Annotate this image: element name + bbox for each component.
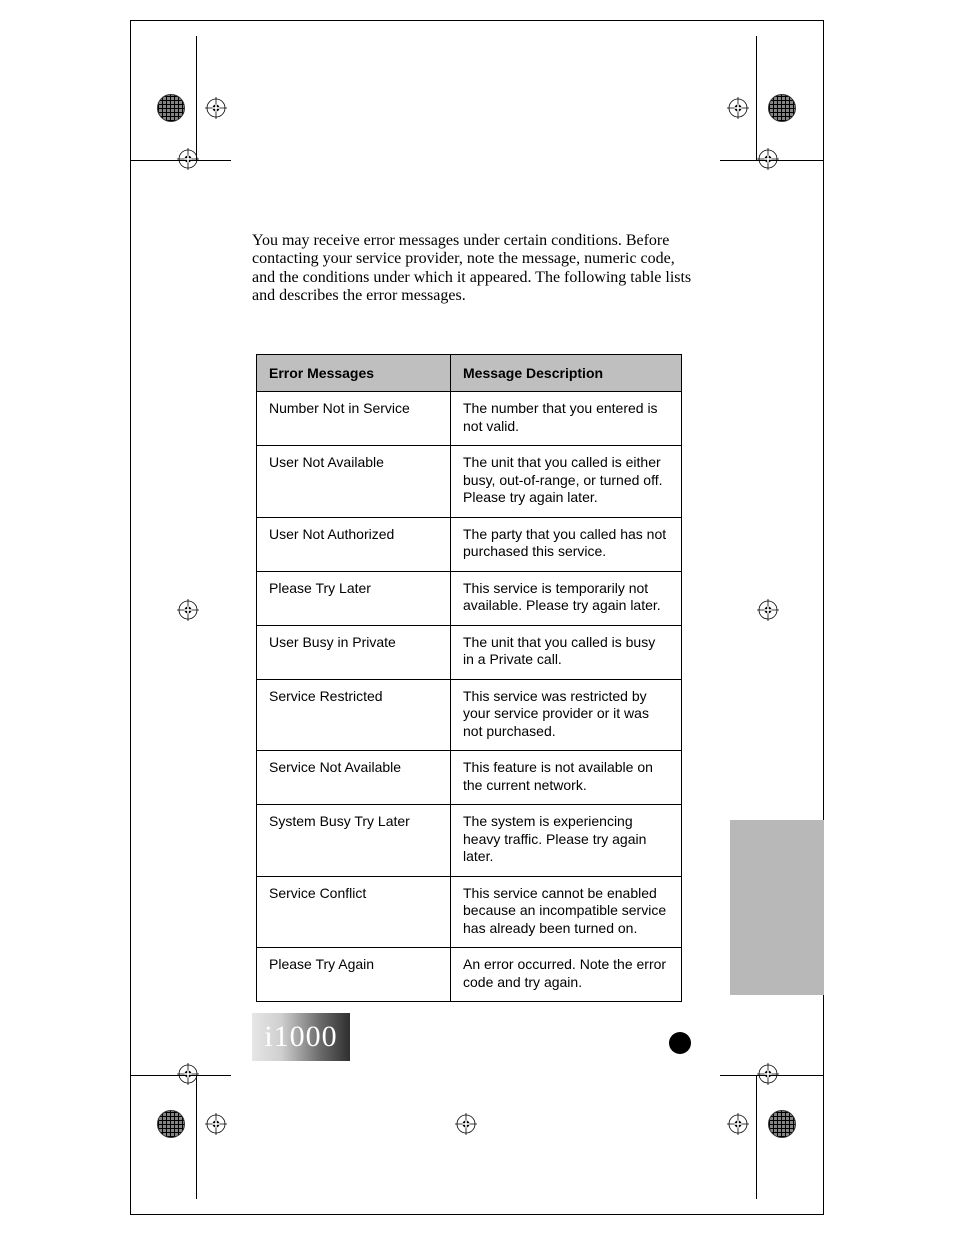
error-name: Number Not in Service <box>257 392 451 446</box>
table-row: Please Try LaterThis service is temporar… <box>257 571 682 625</box>
model-badge: i1000 <box>252 1013 350 1061</box>
error-desc: This service is temporarily not availabl… <box>451 571 682 625</box>
globe-ornament-icon <box>157 1110 185 1138</box>
table-row: User Not AvailableThe unit that you call… <box>257 446 682 518</box>
intro-paragraph: You may receive error messages under cer… <box>252 232 697 306</box>
error-name: Service Conflict <box>257 876 451 948</box>
col-header-error: Error Messages <box>257 355 451 392</box>
table-header-row: Error Messages Message Description <box>257 355 682 392</box>
col-header-description: Message Description <box>451 355 682 392</box>
table-row: Please Try AgainAn error occurred. Note … <box>257 948 682 1002</box>
error-desc: This service was restricted by your serv… <box>451 679 682 751</box>
error-name: Service Restricted <box>257 679 451 751</box>
registration-mark-icon <box>757 599 779 621</box>
registration-mark-icon <box>205 97 227 119</box>
registration-mark-icon <box>177 1063 199 1085</box>
error-name: Please Try Again <box>257 948 451 1002</box>
registration-mark-icon <box>757 148 779 170</box>
crop-mark <box>196 36 197 160</box>
error-desc: The unit that you called is either busy,… <box>451 446 682 518</box>
registration-mark-icon <box>727 97 749 119</box>
table-row: System Busy Try LaterThe system is exper… <box>257 805 682 877</box>
thumb-tab <box>730 820 824 995</box>
page-marker-dot-icon <box>669 1032 691 1054</box>
table-row: Service Not AvailableThis feature is not… <box>257 751 682 805</box>
registration-mark-icon <box>757 1063 779 1085</box>
table-row: Number Not in ServiceThe number that you… <box>257 392 682 446</box>
registration-mark-icon <box>177 599 199 621</box>
registration-mark-icon <box>455 1113 477 1135</box>
error-desc: The unit that you called is busy in a Pr… <box>451 625 682 679</box>
error-name: Please Try Later <box>257 571 451 625</box>
error-desc: An error occurred. Note the error code a… <box>451 948 682 1002</box>
error-desc: This service cannot be enabled because a… <box>451 876 682 948</box>
registration-mark-icon <box>727 1113 749 1135</box>
error-desc: The system is experiencing heavy traffic… <box>451 805 682 877</box>
error-name: Service Not Available <box>257 751 451 805</box>
table-row: Service RestrictedThis service was restr… <box>257 679 682 751</box>
table-row: User Not AuthorizedThe party that you ca… <box>257 517 682 571</box>
registration-mark-icon <box>205 1113 227 1135</box>
globe-ornament-icon <box>768 1110 796 1138</box>
table-row: User Busy in PrivateThe unit that you ca… <box>257 625 682 679</box>
crop-mark <box>756 1075 757 1199</box>
error-messages-table: Error Messages Message Description Numbe… <box>256 354 682 1002</box>
error-name: User Not Available <box>257 446 451 518</box>
error-name: User Busy in Private <box>257 625 451 679</box>
error-desc: This feature is not available on the cur… <box>451 751 682 805</box>
registration-mark-icon <box>177 148 199 170</box>
error-desc: The party that you called has not purcha… <box>451 517 682 571</box>
globe-ornament-icon <box>157 94 185 122</box>
table-row: Service ConflictThis service cannot be e… <box>257 876 682 948</box>
globe-ornament-icon <box>768 94 796 122</box>
error-name: User Not Authorized <box>257 517 451 571</box>
error-desc: The number that you entered is not valid… <box>451 392 682 446</box>
crop-mark <box>196 1075 197 1199</box>
error-name: System Busy Try Later <box>257 805 451 877</box>
crop-mark <box>756 36 757 160</box>
